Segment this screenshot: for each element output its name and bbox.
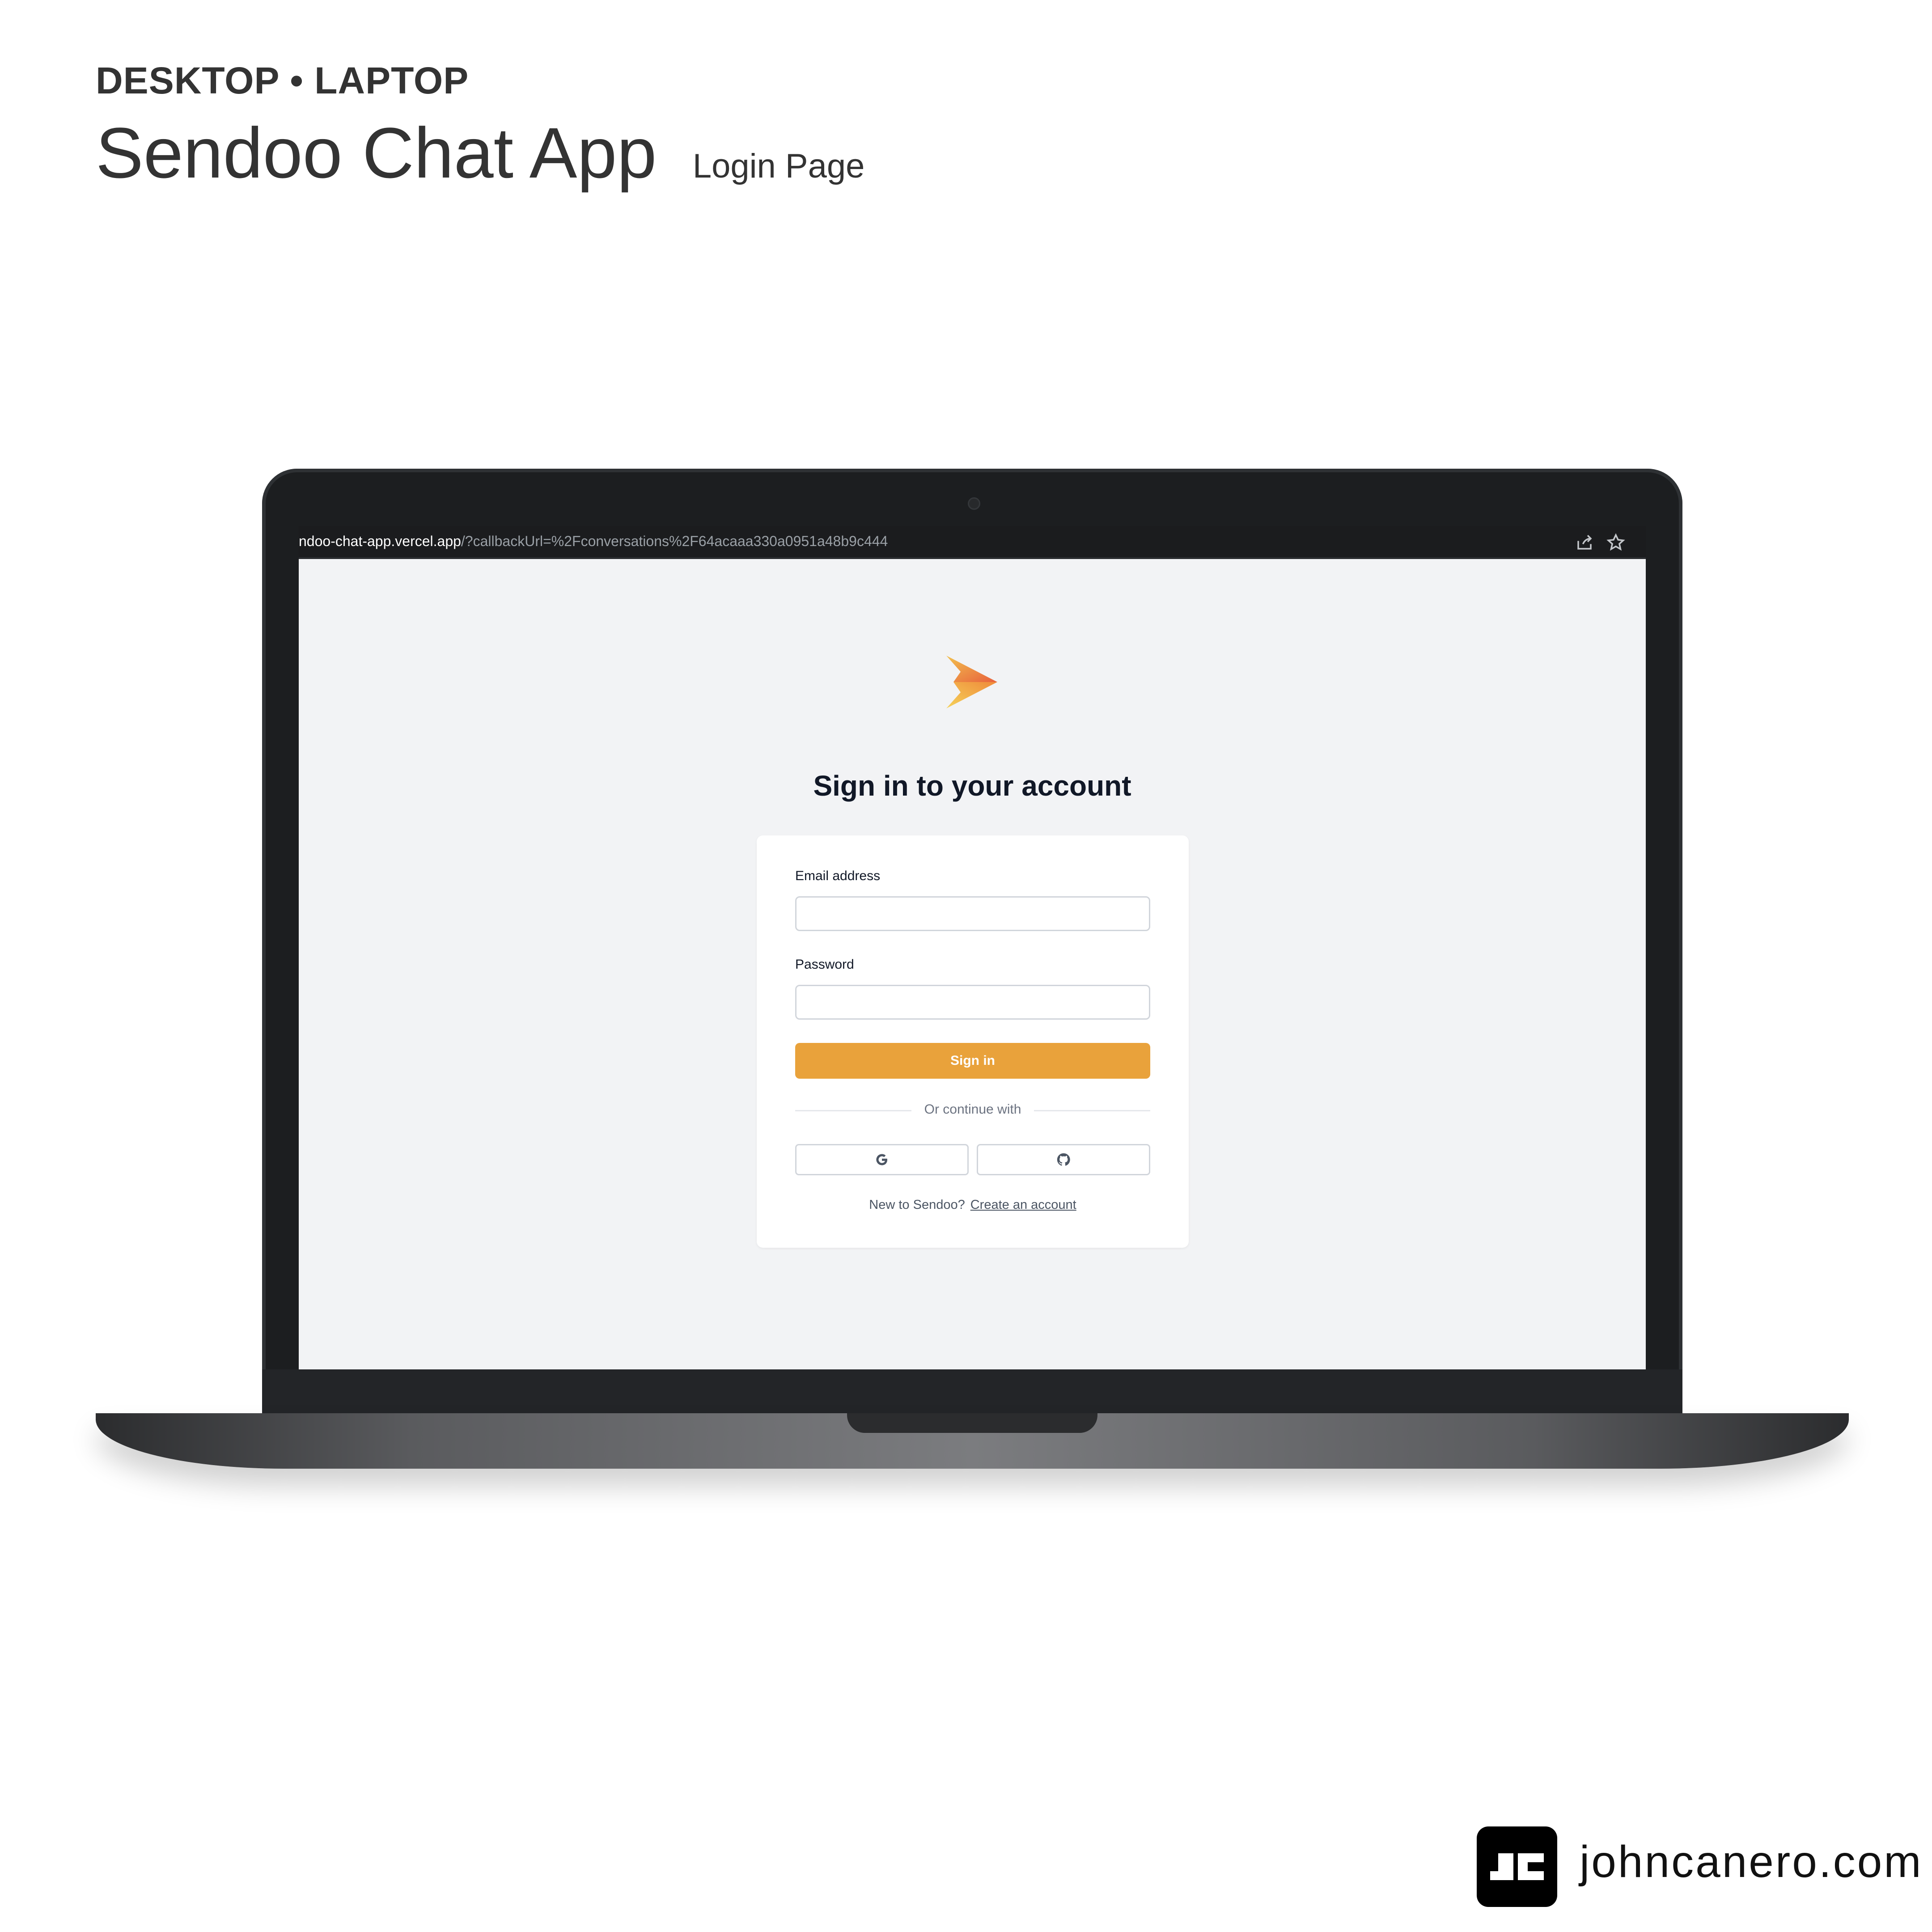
browser-address-bar[interactable]: ndoo-chat-app.vercel.app/?callbackUrl=%2… — [299, 526, 1646, 559]
url-text[interactable]: ndoo-chat-app.vercel.app/?callbackUrl=%2… — [299, 533, 888, 550]
sendoo-logo-icon — [944, 654, 1000, 710]
google-sign-in-button[interactable] — [795, 1144, 969, 1175]
password-label: Password — [795, 957, 854, 972]
brand-url: johncanero.com — [1580, 1837, 1923, 1887]
presentation-subtitle: Login Page — [692, 147, 865, 185]
github-sign-in-button[interactable] — [977, 1144, 1150, 1175]
presentation-title-text: Sendoo Chat App — [96, 113, 657, 193]
url-path: /?callbackUrl=%2Fconversations%2F64acaaa… — [461, 533, 888, 549]
login-card: Email address Password Sign in Or contin… — [757, 835, 1189, 1248]
camera-icon — [968, 497, 980, 510]
laptop-notch — [847, 1413, 1097, 1433]
star-icon[interactable] — [1606, 533, 1625, 552]
email-label: Email address — [795, 869, 881, 883]
create-account-link[interactable]: Create an account — [970, 1198, 1076, 1212]
presentation-title: Sendoo Chat App Login Page — [96, 112, 864, 194]
laptop-screen: ndoo-chat-app.vercel.app/?callbackUrl=%2… — [299, 526, 1646, 1369]
sign-in-button[interactable]: Sign in — [795, 1043, 1150, 1079]
url-host: ndoo-chat-app.vercel.app — [299, 533, 461, 549]
email-field[interactable] — [795, 896, 1150, 931]
divider-label: Or continue with — [757, 1102, 1189, 1117]
brand-logo-icon — [1477, 1826, 1557, 1907]
signup-prompt: New to Sendoo? Create an account — [757, 1198, 1189, 1212]
divider-text: Or continue with — [916, 1102, 1030, 1117]
github-icon — [1057, 1153, 1070, 1166]
google-icon — [876, 1154, 887, 1165]
login-heading: Sign in to your account — [813, 770, 1131, 802]
signup-prompt-text: New to Sendoo? — [869, 1198, 965, 1212]
presentation-kicker: DESKTOP • LAPTOP — [96, 59, 469, 102]
password-field[interactable] — [795, 985, 1150, 1020]
share-icon[interactable] — [1575, 533, 1594, 552]
